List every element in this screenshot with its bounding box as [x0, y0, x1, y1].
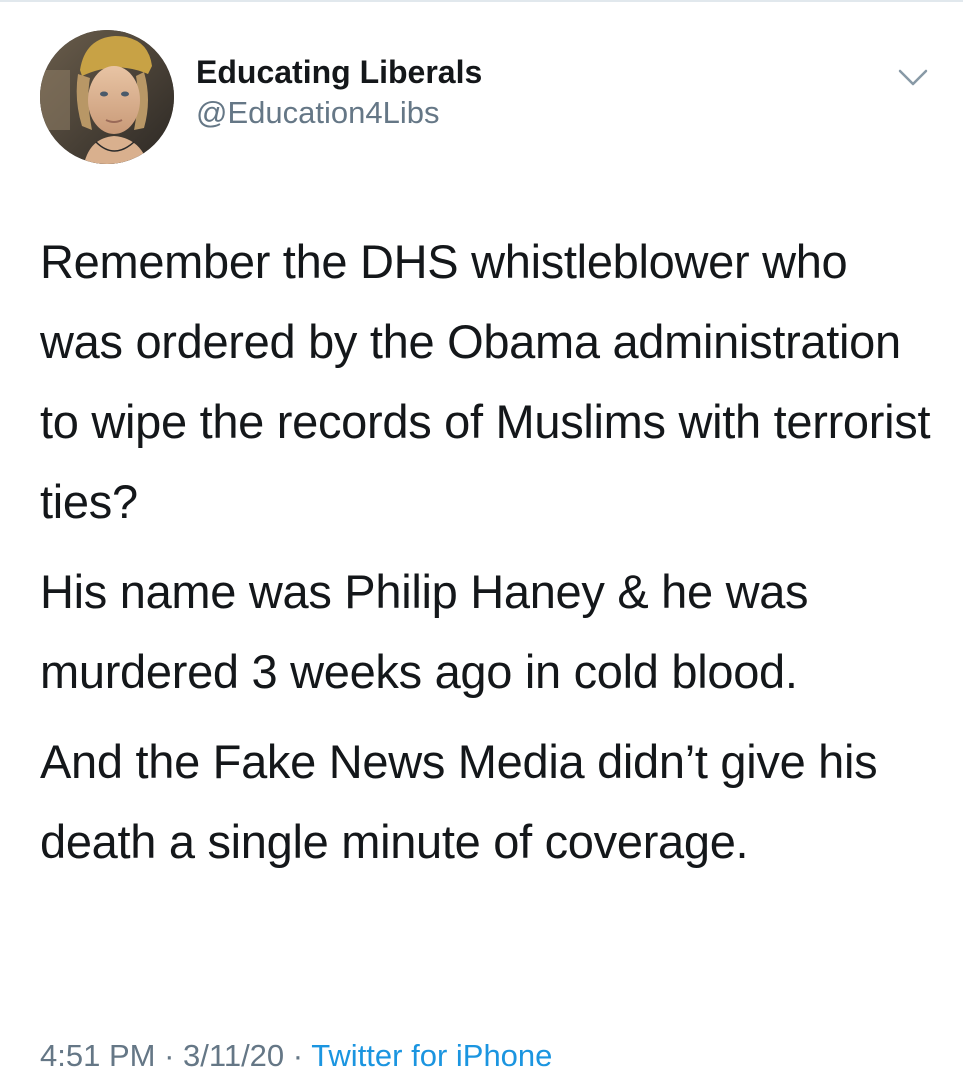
- tweet-paragraph: Remember the DHS whistleblower who was o…: [40, 235, 931, 528]
- tweet-menu-button[interactable]: [896, 66, 930, 90]
- tweet-meta: 4:51 PM · 3/11/20 · Twitter for iPhone: [40, 1034, 552, 1078]
- chevron-down-icon: [898, 69, 928, 86]
- tweet-card: Educating Liberals @Education4Libs Remem…: [0, 0, 963, 1091]
- tweet-header: Educating Liberals @Education4Libs: [40, 30, 930, 166]
- tweet-time[interactable]: 4:51 PM: [40, 1038, 155, 1073]
- tweet-paragraph: His name was Philip Haney & he was murde…: [40, 565, 809, 698]
- display-name[interactable]: Educating Liberals: [196, 52, 482, 92]
- tweet-date[interactable]: 3/11/20: [183, 1038, 284, 1073]
- tweet-text: Remember the DHS whistleblower who was o…: [40, 222, 935, 892]
- avatar[interactable]: [40, 30, 174, 164]
- user-handle[interactable]: @Education4Libs: [196, 92, 482, 134]
- tweet-paragraph: And the Fake News Media didn’t give his …: [40, 735, 878, 868]
- meta-separator: ·: [164, 1038, 175, 1073]
- author-names: Educating Liberals @Education4Libs: [196, 52, 482, 134]
- tweet-source-link[interactable]: Twitter for iPhone: [311, 1038, 552, 1073]
- meta-separator: ·: [292, 1038, 304, 1073]
- profile-photo-icon: [40, 30, 174, 164]
